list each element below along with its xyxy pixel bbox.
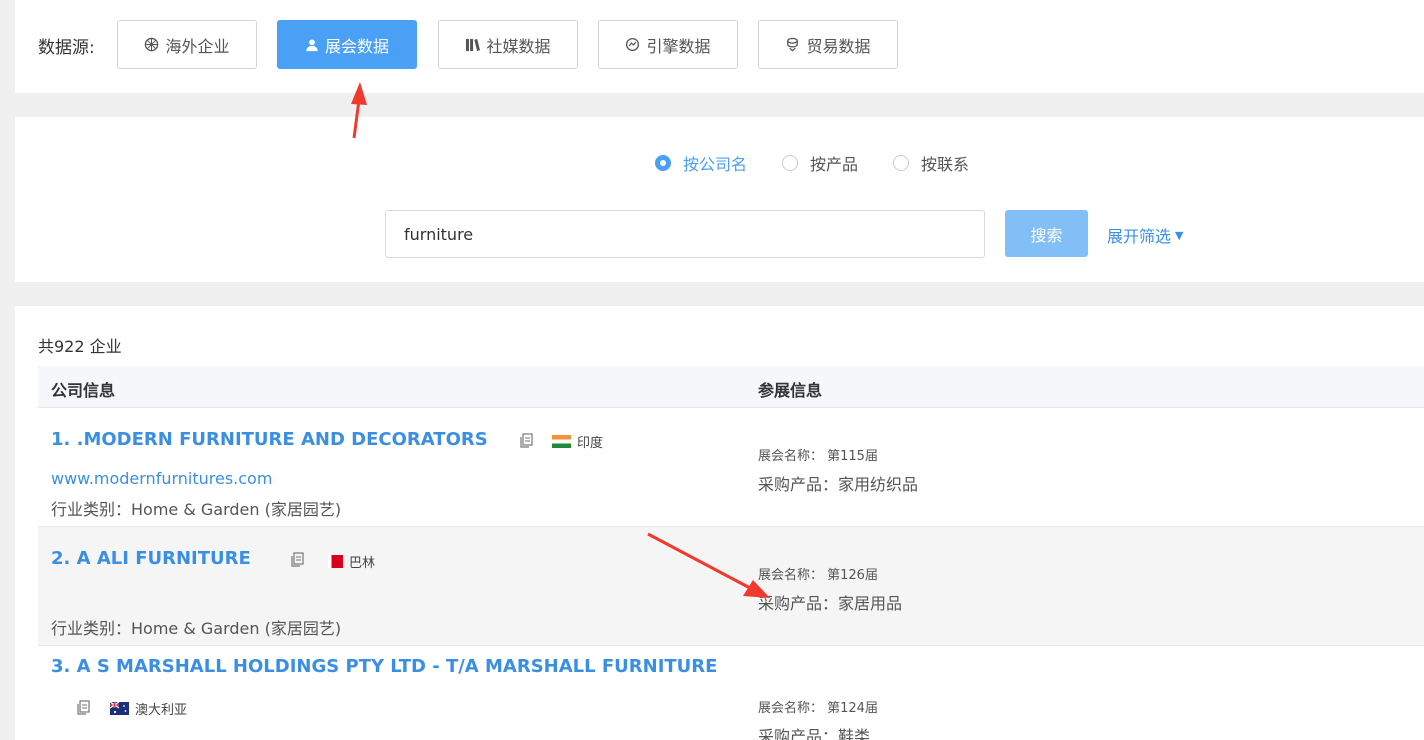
source-button-social[interactable]: 社媒数据 — [438, 20, 578, 69]
header-exhibition: 参展信息 — [758, 381, 823, 400]
result-count: 共922 企业 — [38, 337, 122, 356]
bahrain-flag-icon — [328, 555, 343, 568]
radio-label: 按公司名 — [683, 155, 748, 174]
source-button-label: 社媒数据 — [486, 36, 551, 56]
radio-dot — [893, 155, 910, 171]
company-name-link[interactable]: 1. .MODERN FURNITURE AND DECORATORS — [51, 429, 488, 450]
copy-icon[interactable] — [290, 552, 305, 571]
radio-by-contact[interactable]: 按联系 — [893, 151, 969, 175]
india-flag-icon — [552, 435, 571, 448]
search-panel: 按公司名 按产品 按联系 搜索 展开筛选 ▼ — [15, 117, 1424, 282]
source-button-exhibition[interactable]: 展会数据 — [277, 20, 417, 69]
copy-icon[interactable] — [76, 700, 91, 719]
search-input[interactable] — [385, 210, 985, 258]
user-icon — [305, 38, 319, 52]
company-website-link[interactable]: www.modernfurnitures.com — [51, 469, 272, 488]
country-name: 巴林 — [349, 556, 376, 571]
source-button-engine[interactable]: 引擎数据 — [598, 20, 738, 69]
fair-name: 展会名称： 第124届 — [758, 701, 878, 716]
industry-text: 行业类别：Home & Garden (家居园艺) — [51, 500, 342, 519]
table-row: 3. A S MARSHALL HOLDINGS PTY LTD - T/A M… — [38, 646, 1424, 740]
fair-name: 展会名称： 第115届 — [758, 449, 878, 464]
source-button-label: 贸易数据 — [806, 36, 871, 56]
radio-dot — [655, 155, 671, 171]
company-name-link[interactable]: 2. A ALI FURNITURE — [51, 548, 251, 569]
country-flag: 印度 — [552, 432, 603, 451]
books-icon — [465, 38, 481, 52]
country-name: 印度 — [577, 436, 604, 451]
table-row: 1. .MODERN FURNITURE AND DECORATORS 印度 w… — [38, 408, 1424, 527]
caret-down-icon: ▼ — [1175, 228, 1184, 242]
radio-dot — [782, 155, 799, 171]
fair-name: 展会名称： 第126届 — [758, 568, 878, 583]
purchase-product: 采购产品：家居用品 — [758, 594, 903, 613]
country-flag: 澳大利亚 — [110, 699, 187, 718]
trade-icon — [785, 37, 800, 52]
radio-label: 按联系 — [921, 155, 970, 174]
expand-filter-link[interactable]: 展开筛选 ▼ — [1107, 223, 1183, 247]
company-name-link[interactable]: 3. A S MARSHALL HOLDINGS PTY LTD - T/A M… — [51, 656, 717, 677]
source-button-label: 海外企业 — [165, 36, 230, 56]
australia-flag-icon — [110, 702, 129, 715]
globe-icon — [144, 37, 159, 52]
results-panel: 共922 企业 公司信息 参展信息 1. .MODERN FURNITURE A… — [15, 306, 1424, 740]
purchase-product: 采购产品：家用纺织品 — [758, 475, 919, 494]
industry-text: 行业类别：Home & Garden (家居园艺) — [51, 619, 342, 638]
copy-icon[interactable] — [519, 433, 534, 452]
table-header: 公司信息 参展信息 — [38, 366, 1424, 408]
search-engine-icon — [625, 37, 640, 52]
search-mode-group: 按公司名 按产品 按联系 — [655, 151, 1004, 175]
source-button-label: 展会数据 — [324, 36, 389, 56]
radio-label: 按产品 — [810, 155, 859, 174]
radio-by-product[interactable]: 按产品 — [782, 151, 858, 175]
source-button-label: 引擎数据 — [646, 36, 711, 56]
data-source-label: 数据源: — [38, 38, 95, 58]
source-button-overseas[interactable]: 海外企业 — [117, 20, 257, 69]
country-flag: 巴林 — [328, 552, 375, 571]
source-button-trade[interactable]: 贸易数据 — [758, 20, 898, 69]
country-name: 澳大利亚 — [135, 703, 188, 718]
purchase-product: 采购产品：鞋类 — [758, 727, 871, 740]
expand-filter-label: 展开筛选 — [1107, 227, 1172, 246]
search-button[interactable]: 搜索 — [1005, 210, 1088, 257]
table-row: 2. A ALI FURNITURE 巴林 行业类别：Home & Garden… — [38, 527, 1424, 646]
header-company: 公司信息 — [51, 381, 116, 400]
radio-by-company[interactable]: 按公司名 — [655, 151, 747, 175]
data-source-panel: 数据源: 海外企业 展会数据 社媒数据 引擎数据 贸易数据 — [15, 0, 1424, 93]
